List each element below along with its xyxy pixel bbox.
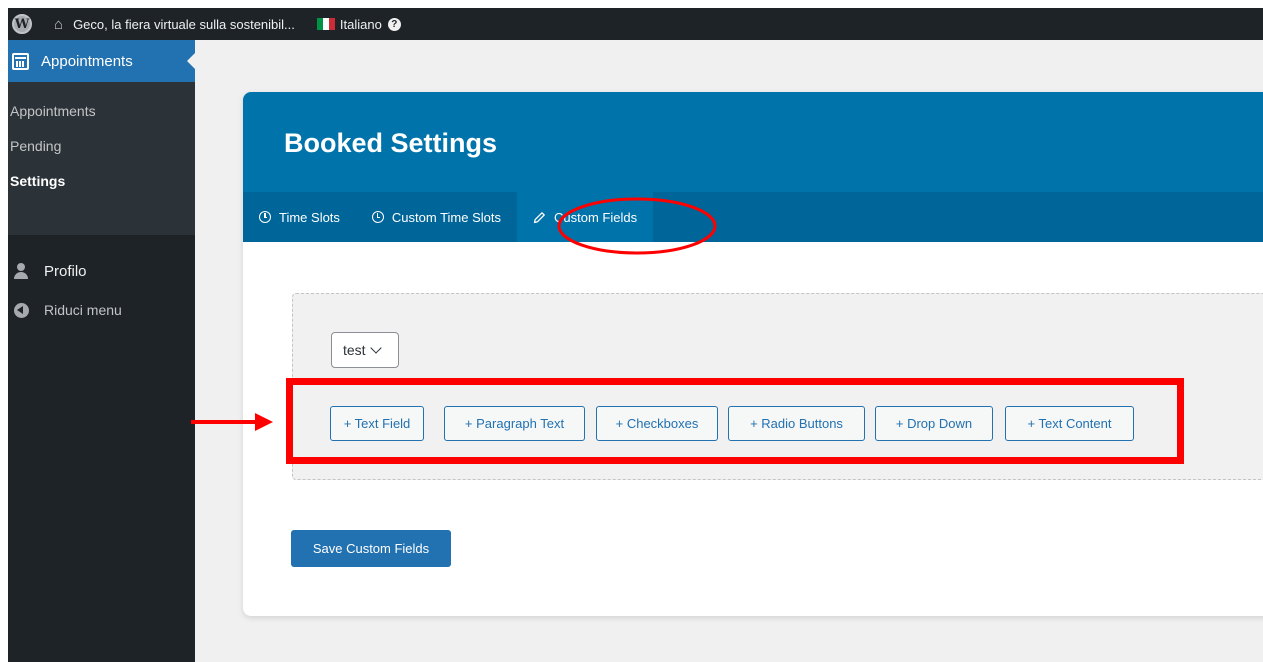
- current-menu-arrow: [187, 53, 195, 69]
- help-icon[interactable]: ?: [387, 17, 401, 31]
- card-header: Booked Settings: [243, 92, 1263, 192]
- admin-bar: W ⌂ Geco, la fiera virtuale sulla sosten…: [8, 8, 1263, 40]
- submenu-pending[interactable]: Pending: [8, 129, 195, 164]
- annotation-highlight-box: [286, 378, 1184, 464]
- tab-label: Time Slots: [279, 209, 340, 225]
- tab-time-slots[interactable]: Time Slots: [243, 192, 356, 242]
- site-name: Geco, la fiera virtuale sulla sostenibil…: [73, 16, 295, 32]
- wordpress-logo-icon: W: [12, 14, 32, 34]
- chevron-down-icon: [369, 341, 382, 354]
- screenshot-frame: W ⌂ Geco, la fiera virtuale sulla sosten…: [8, 8, 1263, 662]
- sidebar-item-appointments[interactable]: Appointments: [8, 40, 195, 82]
- tab-custom-time-slots[interactable]: Custom Time Slots: [356, 192, 517, 242]
- home-icon: ⌂: [54, 15, 64, 33]
- sidebar-item-label: Profilo: [44, 262, 87, 280]
- submenu-appointments[interactable]: Appointments: [8, 94, 195, 129]
- sidebar-item-profilo[interactable]: Profilo: [8, 254, 195, 288]
- sidebar-item-collapse-menu[interactable]: Riduci menu: [8, 293, 195, 327]
- save-custom-fields-button[interactable]: Save Custom Fields: [291, 530, 451, 567]
- submenu-settings[interactable]: Settings: [8, 164, 195, 199]
- site-name-link[interactable]: ⌂ Geco, la fiera virtuale sulla sostenib…: [32, 8, 295, 40]
- language-switcher[interactable]: Italiano ?: [295, 8, 401, 40]
- calendar-icon: [12, 52, 29, 70]
- italy-flag-icon: [316, 18, 335, 30]
- tab-label: Custom Time Slots: [391, 209, 502, 225]
- sidebar-item-label: Riduci menu: [44, 302, 122, 318]
- sidebar-item-label: Appointments: [41, 52, 133, 70]
- clock-icon: [259, 211, 271, 223]
- language-label: Italiano: [339, 16, 382, 32]
- page-title: Booked Settings: [284, 128, 498, 158]
- collapse-icon: [12, 302, 30, 318]
- field-set-select[interactable]: test: [331, 332, 399, 368]
- user-icon: [12, 263, 30, 279]
- wordpress-logo-link[interactable]: W: [8, 8, 32, 40]
- pencil-icon: [533, 211, 546, 224]
- annotation-arrow: [191, 413, 273, 431]
- select-value: test: [343, 342, 366, 358]
- clock-icon: [371, 211, 384, 223]
- appointments-submenu: Appointments Pending Settings: [8, 82, 195, 235]
- annotation-ellipse: [557, 197, 717, 255]
- settings-card: Booked Settings Time Slots Custom Time S…: [243, 92, 1263, 616]
- settings-tabs: Time Slots Custom Time Slots Custom Fiel…: [243, 192, 1263, 242]
